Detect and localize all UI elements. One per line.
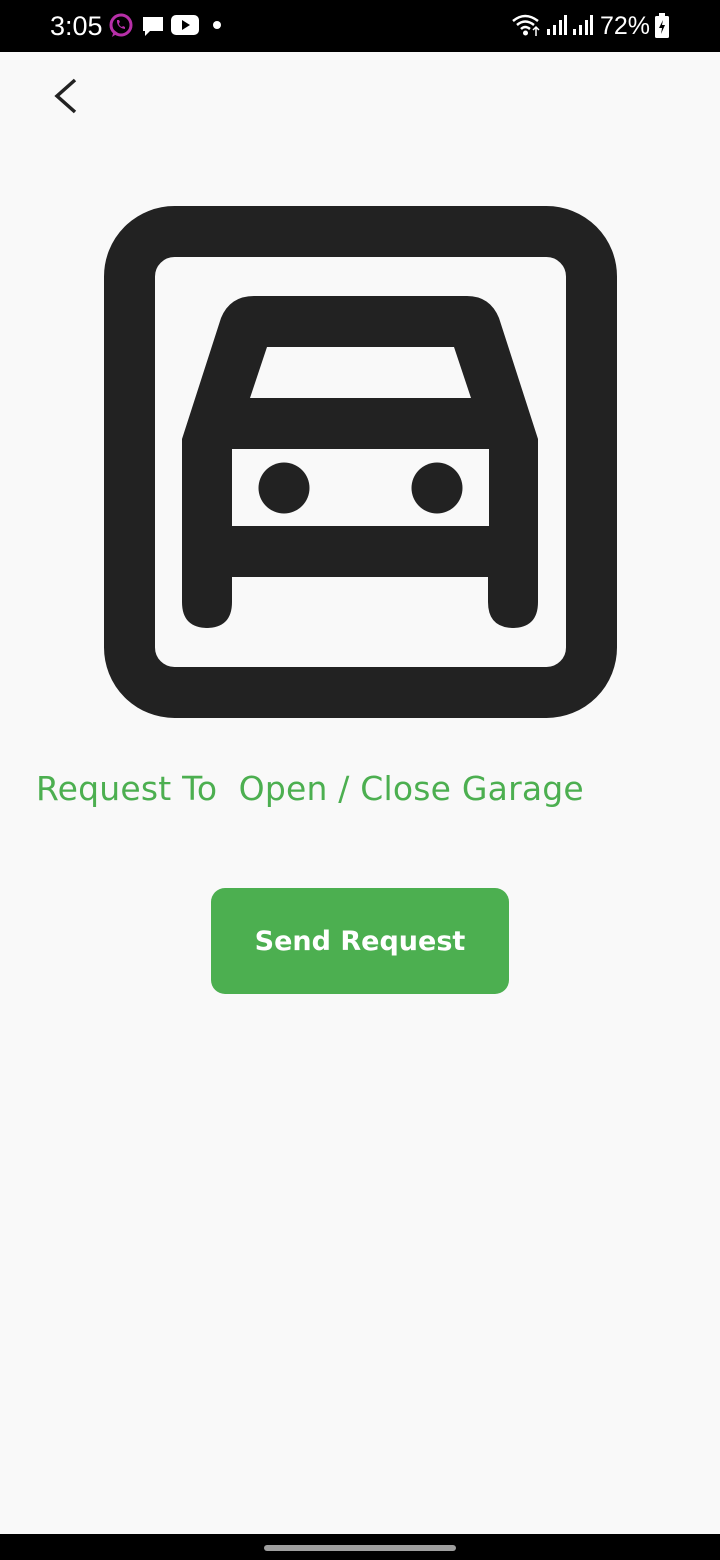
battery-charging-icon [655,13,669,38]
dot-icon [213,21,221,29]
page-title: Request To Open / Close Garage [36,769,584,808]
signal-icon [547,15,567,35]
status-time: 3:05 [50,11,103,41]
whatsapp-icon [109,13,133,37]
back-button[interactable] [36,66,96,126]
wifi-icon [512,14,540,36]
navigation-bar [0,1534,720,1560]
signal-icon [573,15,593,35]
chevron-left-icon [54,78,77,114]
send-request-button[interactable]: Send Request [211,888,509,994]
status-bar: 3:05 72% [0,0,720,52]
battery-percent: 72% [600,12,651,40]
home-indicator[interactable] [264,1545,456,1551]
garage-car-icon [104,206,617,718]
message-icon [143,17,163,36]
youtube-icon [171,15,199,35]
